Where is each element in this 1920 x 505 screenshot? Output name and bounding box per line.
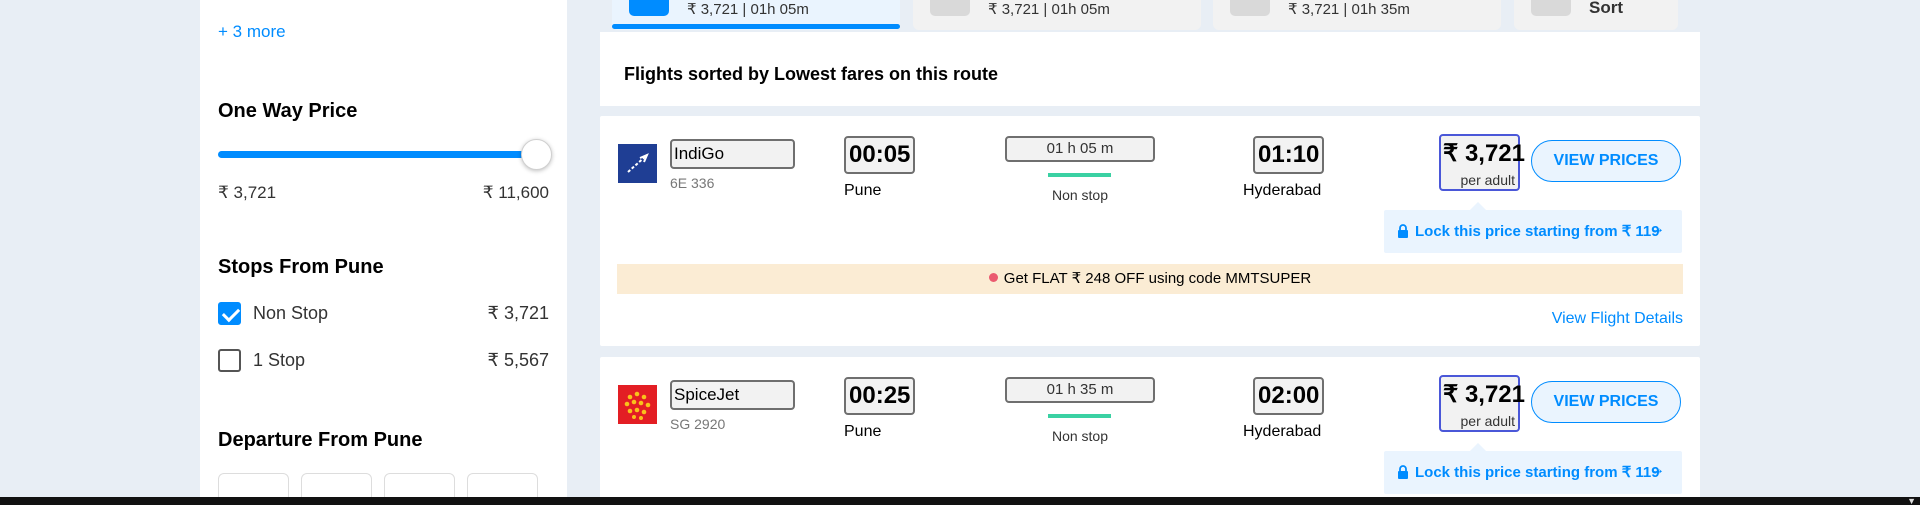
flight-card-indigo: IndiGo 6E 336 00:05 Pune 01 h 05 m Non s… (600, 116, 1700, 346)
airline-name: SpiceJet (670, 380, 795, 410)
flight-number: SG 2920 (670, 416, 726, 432)
scroll-down-arrow-icon[interactable]: ▼ (1907, 497, 1916, 505)
departure-filter-title: Departure From Pune (218, 429, 423, 451)
spicejet-logo (618, 385, 657, 424)
flight-number: 6E 336 (670, 175, 715, 191)
more-filters-link[interactable]: + 3 more (218, 22, 286, 42)
fare-box: ₹ 3,721 per adult (1439, 134, 1525, 191)
flight-duration: 01 h 05 m (1005, 136, 1155, 162)
departure-city: Pune (844, 182, 882, 199)
indigo-logo (618, 144, 657, 183)
lock-price-link[interactable]: Lock this price starting from ₹ 119 → (1384, 202, 1682, 253)
view-prices-button[interactable]: VIEW PRICES (1531, 140, 1681, 182)
stop-option-1-stop[interactable]: 1 Stop ₹ 5,567 (218, 349, 549, 373)
stop-type: Non stop (1051, 187, 1109, 203)
offer-text: Get FLAT ₹ 248 OFF using code MMTSUPER (1003, 270, 1312, 287)
stops-filter-title: Stops From Pune (218, 256, 384, 278)
non-stop-checkbox[interactable] (218, 302, 241, 325)
fare-per-adult: per adult (1460, 172, 1515, 188)
price-min-label: ₹ 3,721 (218, 183, 277, 202)
departure-time: 00:25 (844, 377, 916, 415)
sort-tab-fastest[interactable]: ₹ 3,721 | 01h 05m (913, 0, 1201, 30)
fare-price: ₹ 3,721 (1443, 381, 1525, 408)
best-icon (1230, 0, 1270, 16)
stop-option-label: Non Stop (253, 303, 329, 323)
sort-tab-best[interactable]: ₹ 3,721 | 01h 35m (1213, 0, 1501, 30)
arrival-city: Hyderabad (1243, 423, 1322, 440)
sort-tab-summary: ₹ 3,721 | 01h 05m (687, 1, 809, 18)
fare-per-adult: per adult (1460, 413, 1515, 429)
price-filter-title: One Way Price (218, 100, 358, 122)
offer-banner: Get FLAT ₹ 248 OFF using code MMTSUPER (617, 264, 1683, 294)
cheapest-icon (629, 0, 669, 16)
fare-box: ₹ 3,721 per adult (1439, 375, 1525, 432)
lock-icon (1398, 465, 1408, 479)
non-stop-line (1048, 414, 1111, 418)
sort-tab-summary: ₹ 3,721 | 01h 05m (988, 1, 1110, 18)
stop-type: Non stop (1051, 428, 1109, 444)
sort-tab-other[interactable]: Sort (1514, 0, 1678, 30)
stop-option-price: ₹ 3,721 (487, 303, 550, 323)
arrival-time: 02:00 (1253, 377, 1325, 415)
arrival-time: 01:10 (1253, 136, 1325, 174)
arrow-right-icon: → (1649, 461, 1665, 478)
fastest-icon (930, 0, 970, 16)
departure-time: 00:05 (844, 136, 916, 174)
arrival-city: Hyderabad (1243, 182, 1322, 199)
sort-tab-label: Sort (1589, 0, 1623, 17)
lock-price-link[interactable]: Lock this price starting from ₹ 119 → (1384, 443, 1682, 494)
lock-icon (1398, 224, 1408, 238)
active-tab-indicator (612, 24, 900, 29)
horizontal-scrollbar[interactable] (0, 497, 1920, 505)
sort-tab-summary: ₹ 3,721 | 01h 35m (1288, 1, 1410, 18)
non-stop-line (1048, 173, 1111, 177)
one-stop-checkbox[interactable] (218, 349, 241, 372)
sort-banner-text: Flights sorted by Lowest fares on this r… (624, 64, 999, 84)
flight-card-spicejet: SpiceJet SG 2920 00:25 Pune 01 h 35 m No… (600, 357, 1700, 505)
lock-price-text: Lock this price starting from ₹ 119 (1415, 464, 1660, 481)
price-max-label: ₹ 11,600 (482, 183, 549, 202)
airline-name: IndiGo (670, 139, 795, 169)
view-flight-details-link[interactable]: View Flight Details (1552, 310, 1683, 328)
stop-option-non-stop[interactable]: Non Stop ₹ 3,721 (218, 302, 549, 326)
sort-banner: Flights sorted by Lowest fares on this r… (600, 32, 1700, 106)
filter-sidebar: + 3 more One Way Price ₹ 3,721 ₹ 11,600 … (200, 0, 567, 505)
sort-icon (1531, 0, 1571, 16)
fare-price: ₹ 3,721 (1443, 140, 1525, 167)
departure-city: Pune (844, 423, 882, 440)
lock-price-text: Lock this price starting from ₹ 119 (1415, 223, 1660, 240)
flight-duration: 01 h 35 m (1005, 377, 1155, 403)
arrow-right-icon: → (1649, 220, 1665, 237)
price-slider-track[interactable] (218, 151, 536, 158)
price-slider-handle[interactable] (521, 139, 552, 170)
view-prices-button[interactable]: VIEW PRICES (1531, 381, 1681, 423)
stop-option-label: 1 Stop (253, 350, 306, 370)
stop-option-price: ₹ 5,567 (487, 350, 550, 370)
offer-dot-icon (988, 273, 998, 282)
